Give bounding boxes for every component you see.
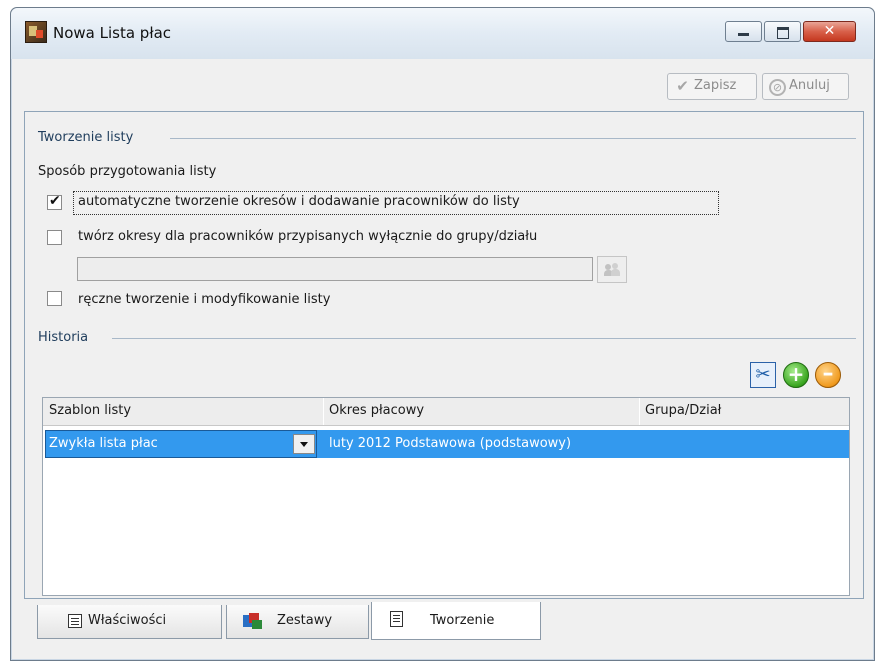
cancel-circle-icon: ⊘ (769, 79, 786, 96)
people-icon (604, 263, 620, 276)
save-button[interactable]: ✔ Zapisz (667, 73, 757, 100)
app-icon (25, 21, 47, 43)
check-mark-icon: ✔ (49, 193, 61, 209)
column-header-template[interactable]: Szablon listy (49, 403, 131, 418)
tab-create[interactable]: Tworzenie (371, 602, 541, 640)
add-icon: + (787, 362, 805, 386)
settings-button[interactable]: ✂ (750, 362, 776, 388)
section-title-history: Historia (38, 330, 89, 345)
checkbox-manual[interactable] (47, 291, 62, 306)
chevron-down-icon[interactable] (293, 434, 315, 454)
maximize-icon (777, 27, 789, 39)
option-label-manual[interactable]: ręczne tworzenie i modyfikowanie listy (78, 292, 330, 307)
remove-icon: – (822, 361, 834, 386)
tab-properties[interactable]: Właściwości (37, 605, 222, 639)
save-label: Zapisz (694, 78, 737, 93)
checkmark-icon: ✔ (676, 77, 689, 95)
cancel-button[interactable]: ⊘ Anuluj (762, 73, 849, 100)
column-header-group[interactable]: Grupa/Dział (645, 403, 721, 418)
history-grid: Szablon listy Okres płacowy Grupa/Dział … (42, 397, 850, 596)
section-title-creation: Tworzenie listy (38, 130, 134, 145)
select-group-button[interactable] (597, 256, 627, 283)
column-separator[interactable] (323, 398, 324, 425)
title-bar[interactable]: Nowa Lista płac ✕ (11, 8, 874, 59)
add-row-button[interactable]: + (783, 362, 809, 388)
table-row[interactable]: Zwykła lista płac luty 2012 Podstawowa (… (45, 430, 849, 458)
grid-header: Szablon listy Okres płacowy Grupa/Dział (43, 398, 849, 426)
option-label-auto-create[interactable]: automatyczne tworzenie okresów i dodawan… (78, 194, 520, 209)
tab-sets[interactable]: Zestawy (226, 605, 369, 639)
cell-template[interactable]: Zwykła lista płac (49, 436, 158, 451)
cancel-label: Anuluj (789, 78, 830, 93)
minimize-button[interactable] (725, 21, 762, 42)
checkbox-group-only[interactable] (47, 230, 62, 245)
method-label: Sposób przygotowania listy (38, 164, 217, 179)
tab-label: Zestawy (277, 613, 333, 628)
remove-row-button[interactable]: – (815, 362, 841, 388)
maximize-button[interactable] (764, 21, 801, 42)
close-icon: ✕ (823, 23, 836, 39)
tab-label: Tworzenie (430, 613, 495, 628)
settings-icon: ✂ (755, 364, 771, 385)
checkbox-auto-create[interactable]: ✔ (47, 193, 62, 210)
close-button[interactable]: ✕ (803, 21, 856, 42)
group-field[interactable] (77, 257, 593, 281)
tab-label: Właściwości (88, 613, 167, 628)
cell-period[interactable]: luty 2012 Podstawowa (podstawowy) (329, 436, 571, 451)
properties-icon (68, 614, 82, 628)
window-title: Nowa Lista płac (53, 24, 172, 42)
option-label-group-only[interactable]: twórz okresy dla pracowników przypisanyc… (78, 229, 537, 244)
document-icon (390, 611, 403, 627)
column-separator[interactable] (639, 398, 640, 425)
section-divider (170, 138, 856, 139)
section-divider (112, 338, 856, 339)
column-header-period[interactable]: Okres płacowy (329, 403, 424, 418)
sets-icon (243, 613, 263, 629)
minimize-icon (738, 33, 749, 36)
